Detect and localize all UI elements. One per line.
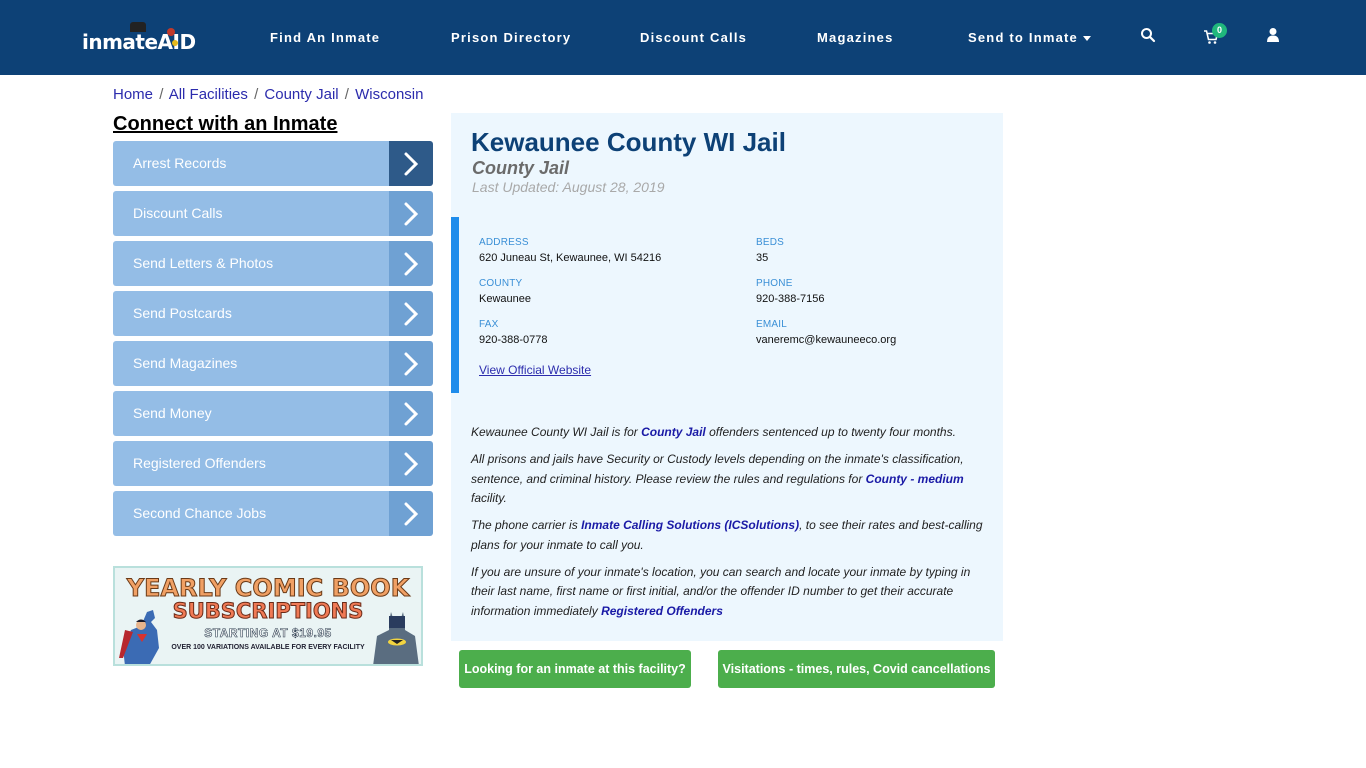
sidebar-item-label: Send Postcards (113, 291, 389, 336)
nav-magazines[interactable]: Magazines (817, 30, 894, 45)
caret-down-icon (1082, 36, 1091, 42)
facility-panel: Kewaunee County WI Jail County Jail Last… (451, 113, 1003, 641)
search-icon[interactable] (1140, 27, 1158, 45)
phone-value: 920-388-7156 (756, 293, 825, 305)
sidebar-item-discount-calls[interactable]: Discount Calls (113, 191, 433, 236)
description-text: offenders sentenced up to twenty four mo… (705, 425, 956, 439)
sidebar-item-registered-offenders[interactable]: Registered Offenders (113, 441, 433, 486)
sidebar-title: Connect with an Inmate (113, 113, 338, 135)
email-label: EMAIL (756, 319, 788, 330)
logo-leaf-icon (167, 28, 175, 36)
sidebar-item-arrest-records[interactable]: Arrest Records (113, 141, 433, 186)
phone-carrier-link[interactable]: Inmate Calling Solutions (ICSolutions) (581, 518, 799, 532)
breadcrumb-separator: / (159, 86, 164, 103)
visitations-button[interactable]: Visitations - times, rules, Covid cancel… (718, 650, 995, 688)
nav-prison-directory[interactable]: Prison Directory (451, 30, 571, 45)
sidebar-item-label: Send Money (113, 391, 389, 436)
breadcrumb-separator: / (344, 86, 349, 103)
county-field: COUNTY Kewaunee (479, 278, 531, 305)
sidebar-item-label: Send Magazines (113, 341, 389, 386)
cart-count-badge: 0 (1212, 23, 1227, 38)
last-updated: Last Updated: August 28, 2019 (472, 179, 665, 195)
beds-label: BEDS (756, 237, 785, 248)
fax-label: FAX (479, 319, 499, 330)
breadcrumb: Home / All Facilities / County Jail / Wi… (113, 86, 423, 103)
banner-headline: YEARLY COMIC BOOK (126, 574, 410, 603)
security-level-link[interactable]: County - medium (866, 472, 964, 486)
sidebar-item-send-letters-photos[interactable]: Send Letters & Photos (113, 241, 433, 286)
site-logo[interactable]: inmateAID (82, 22, 196, 54)
description-paragraph: The phone carrier is Inmate Calling Solu… (471, 516, 991, 555)
top-navbar: inmateAID Find An Inmate Prison Director… (0, 0, 1366, 75)
chevron-right-icon (389, 291, 433, 336)
banner-price: STARTING AT $19.95 (204, 626, 332, 641)
sidebar-item-label: Send Letters & Photos (113, 241, 389, 286)
email-field: EMAIL vaneremc@kewauneeco.org (756, 319, 896, 346)
description-text: The phone carrier is (471, 518, 582, 532)
chevron-right-icon (389, 141, 433, 186)
phone-label: PHONE (756, 278, 793, 289)
user-icon[interactable] (1265, 27, 1283, 45)
sidebar-item-label: Second Chance Jobs (113, 491, 389, 536)
email-value: vaneremc@kewauneeco.org (756, 334, 897, 346)
chevron-right-icon (389, 341, 433, 386)
beds-value: 35 (756, 252, 769, 264)
county-label: COUNTY (479, 278, 523, 289)
facility-type: County Jail (472, 158, 570, 178)
chevron-right-icon (389, 241, 433, 286)
description-text: facility. (471, 491, 507, 505)
sidebar-item-send-money[interactable]: Send Money (113, 391, 433, 436)
phone-field: PHONE 920-388-7156 (756, 278, 825, 305)
address-field: ADDRESS 620 Juneau St, Kewaunee, WI 5421… (479, 237, 661, 264)
breadcrumb-county-jail[interactable]: County Jail (264, 86, 338, 103)
sidebar-item-send-magazines[interactable]: Send Magazines (113, 341, 433, 386)
pilgrim-hat-icon (130, 22, 146, 32)
registered-offenders-link[interactable]: Registered Offenders (601, 604, 723, 618)
breadcrumb-wisconsin[interactable]: Wisconsin (355, 86, 423, 103)
sidebar-item-second-chance-jobs[interactable]: Second Chance Jobs (113, 491, 433, 536)
county-value: Kewaunee (479, 293, 531, 305)
sidebar-item-send-postcards[interactable]: Send Postcards (113, 291, 433, 336)
facility-info-box: ADDRESS 620 Juneau St, Kewaunee, WI 5421… (451, 217, 1003, 393)
logo-text: inmateAID (82, 30, 196, 54)
description-paragraph: If you are unsure of your inmate's locat… (471, 563, 991, 622)
nav-send-to-inmate[interactable]: Send to Inmate (968, 30, 1091, 45)
chevron-right-icon (389, 441, 433, 486)
sidebar-item-label: Discount Calls (113, 191, 389, 236)
description-paragraph: Kewaunee County WI Jail is for County Ja… (471, 423, 991, 443)
logo-leaf-icon (172, 40, 178, 46)
address-value: 620 Juneau St, Kewaunee, WI 54216 (479, 252, 662, 264)
nav-discount-calls[interactable]: Discount Calls (640, 30, 747, 45)
comic-subscription-banner[interactable]: YEARLY COMIC BOOK SUBSCRIPTIONS STARTING… (113, 566, 423, 666)
sidebar-item-label: Arrest Records (113, 141, 389, 186)
breadcrumb-home[interactable]: Home (113, 86, 153, 103)
sidebar-menu: Arrest Records Discount Calls Send Lette… (113, 141, 433, 541)
breadcrumb-separator: / (254, 86, 259, 103)
county-jail-link[interactable]: County Jail (641, 425, 706, 439)
beds-field: BEDS 35 (756, 237, 784, 264)
chevron-right-icon (389, 491, 433, 536)
fax-value: 920-388-0778 (479, 334, 548, 346)
chevron-right-icon (389, 391, 433, 436)
nav-find-an-inmate[interactable]: Find An Inmate (270, 30, 380, 45)
breadcrumb-all-facilities[interactable]: All Facilities (169, 86, 248, 103)
address-label: ADDRESS (479, 237, 529, 248)
banner-subheadline: SUBSCRIPTIONS (172, 599, 364, 624)
description-paragraph: All prisons and jails have Security or C… (471, 450, 991, 509)
facility-name: Kewaunee County WI Jail (471, 127, 786, 157)
facility-description: Kewaunee County WI Jail is for County Ja… (471, 423, 991, 629)
description-text: Kewaunee County WI Jail is for (471, 425, 642, 439)
fax-field: FAX 920-388-0778 (479, 319, 548, 346)
banner-tagline: OVER 100 VARIATIONS AVAILABLE FOR EVERY … (171, 644, 365, 651)
find-inmate-at-facility-button[interactable]: Looking for an inmate at this facility? (459, 650, 691, 688)
official-website-link[interactable]: View Official Website (479, 363, 591, 377)
chevron-right-icon (389, 191, 433, 236)
nav-send-to-inmate-label: Send to Inmate (968, 30, 1078, 45)
sidebar-item-label: Registered Offenders (113, 441, 389, 486)
